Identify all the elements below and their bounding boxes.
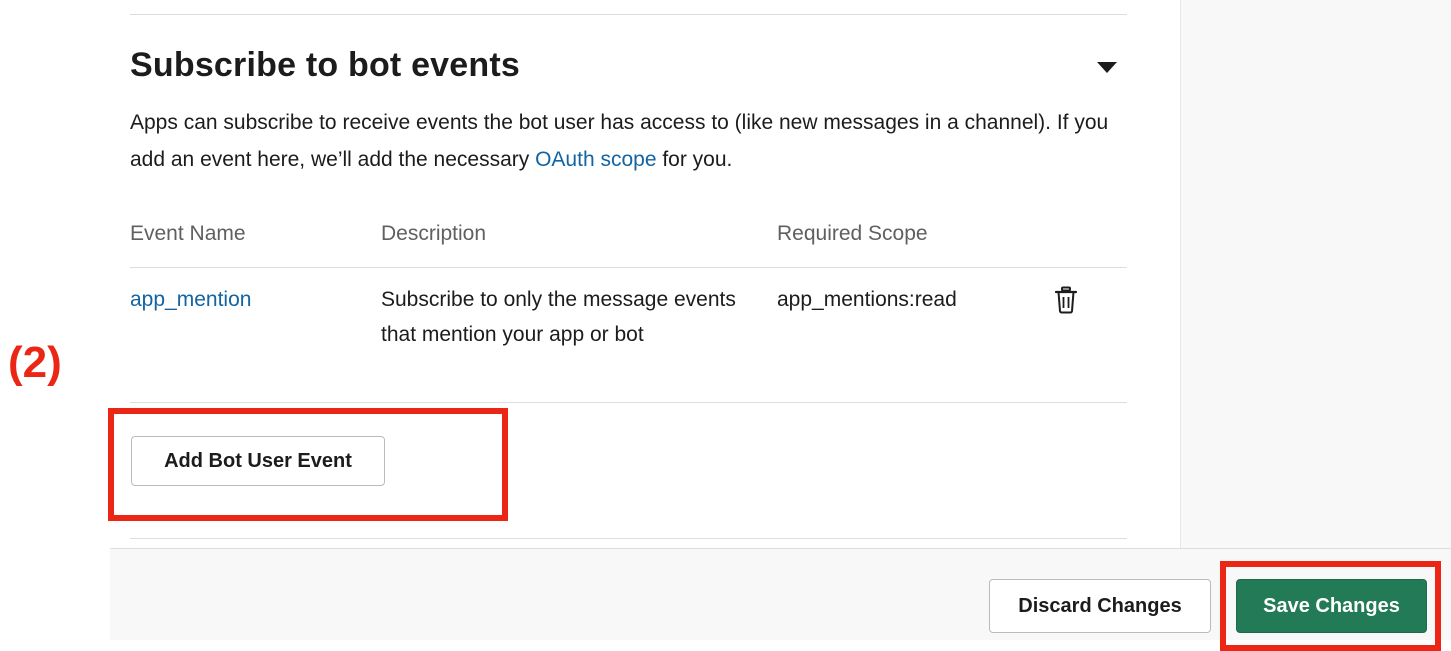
discard-changes-button[interactable]: Discard Changes (989, 579, 1211, 633)
column-header-event-name: Event Name (130, 222, 246, 245)
bottom-divider (130, 538, 1127, 539)
oauth-scope-link[interactable]: OAuth scope (535, 148, 656, 171)
description-text-end: for you. (656, 148, 733, 171)
event-name-link[interactable]: app_mention (130, 282, 251, 317)
event-required-scope: app_mentions:read (777, 288, 957, 311)
event-description: Subscribe to only the message events tha… (381, 288, 736, 346)
caret-down-icon[interactable] (1097, 62, 1117, 73)
column-header-required-scope: Required Scope (777, 222, 928, 245)
column-header-description: Description (381, 222, 487, 245)
right-side-panel (1180, 0, 1451, 548)
annotation-label: (2) (8, 338, 62, 387)
table-row-divider (130, 402, 1127, 403)
section-description: Apps can subscribe to receive events the… (130, 104, 1120, 178)
section-title: Subscribe to bot events (130, 46, 521, 84)
top-divider (130, 14, 1127, 15)
trash-icon[interactable] (1054, 286, 1078, 314)
table-header-divider (130, 267, 1127, 268)
annotation-box-add-event (108, 408, 508, 521)
annotation-box-save (1220, 561, 1441, 651)
